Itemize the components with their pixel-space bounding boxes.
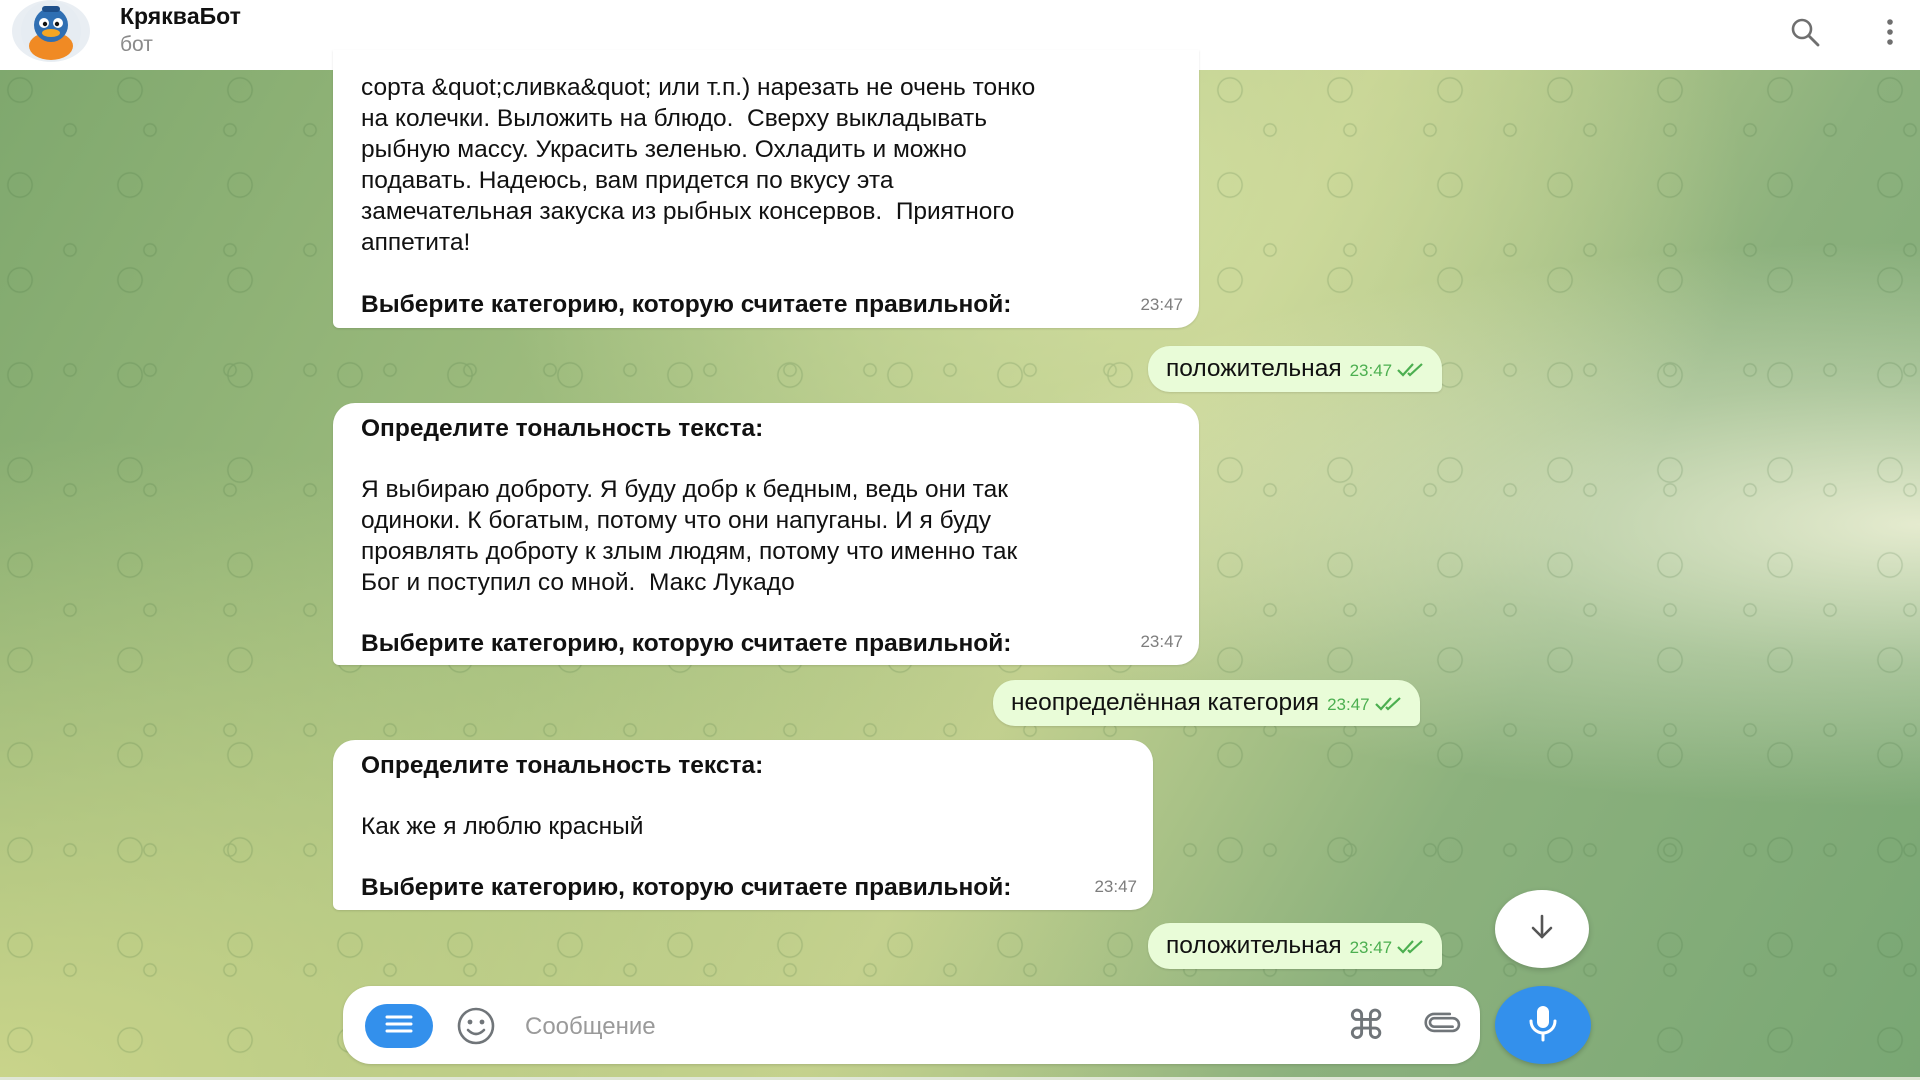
message-heading: Определите тональность текста:: [361, 415, 764, 442]
chat-status: бот: [120, 33, 153, 56]
message-text: положительная: [1166, 355, 1342, 382]
message-prompt: Выберите категорию, которую считаете пра…: [361, 874, 1012, 901]
incoming-message[interactable]: сорта &quot;сливка&quot; или т.п.) нарез…: [333, 50, 1199, 328]
message-text: Я выбираю доброту. Я буду добр к бедным,…: [361, 476, 1018, 596]
message-heading: Определите тональность текста:: [361, 752, 764, 779]
message-time: 23:47: [1140, 632, 1183, 651]
incoming-message[interactable]: Определите тональность текста: Я выбираю…: [333, 403, 1199, 665]
duck-avatar-icon[interactable]: [12, 0, 90, 62]
outgoing-message[interactable]: положительная 23:47: [1148, 346, 1443, 392]
double-check-icon: [1374, 688, 1404, 719]
message-text: сорта &quot;сливка&quot; или т.п.) нарез…: [361, 74, 1036, 256]
emoji-icon[interactable]: [453, 1003, 499, 1049]
message-time: 23:47: [1094, 877, 1137, 896]
message-text: неопределённая категория: [1011, 689, 1320, 716]
message-composer: ⌘: [343, 986, 1480, 1064]
chat-title[interactable]: КряквaБот: [120, 3, 241, 30]
double-check-icon: [1396, 354, 1426, 385]
bot-menu-button[interactable]: [365, 1004, 433, 1048]
search-icon[interactable]: [1783, 10, 1827, 54]
paperclip-icon[interactable]: [1419, 1003, 1465, 1049]
message-time: 23:47: [1349, 361, 1393, 380]
double-check-icon: [1396, 931, 1426, 962]
message-time: 23:47: [1349, 938, 1393, 957]
message-time: 23:47: [1140, 295, 1183, 314]
bot-menu-icon: [383, 1013, 415, 1040]
microphone-icon: [1526, 1003, 1560, 1048]
incoming-message[interactable]: Определите тональность текста: Как же я …: [333, 740, 1153, 910]
outgoing-message[interactable]: неопределённая категория 23:47: [993, 680, 1420, 726]
message-prompt: Выберите категорию, которую считаете пра…: [361, 291, 1012, 318]
command-icon[interactable]: ⌘: [1343, 1003, 1389, 1049]
message-time: 23:47: [1327, 695, 1370, 714]
message-text: положительная: [1166, 932, 1342, 959]
message-input[interactable]: [523, 1004, 1327, 1050]
record-voice-button[interactable]: [1495, 986, 1591, 1064]
arrow-down-icon: [1525, 910, 1559, 949]
message-text: Как же я люблю красный: [361, 813, 644, 840]
scroll-down-button[interactable]: [1495, 890, 1589, 968]
more-vertical-icon[interactable]: [1868, 10, 1912, 54]
outgoing-message[interactable]: положительная 23:47: [1148, 923, 1443, 969]
message-prompt: Выберите категорию, которую считаете пра…: [361, 630, 1012, 657]
